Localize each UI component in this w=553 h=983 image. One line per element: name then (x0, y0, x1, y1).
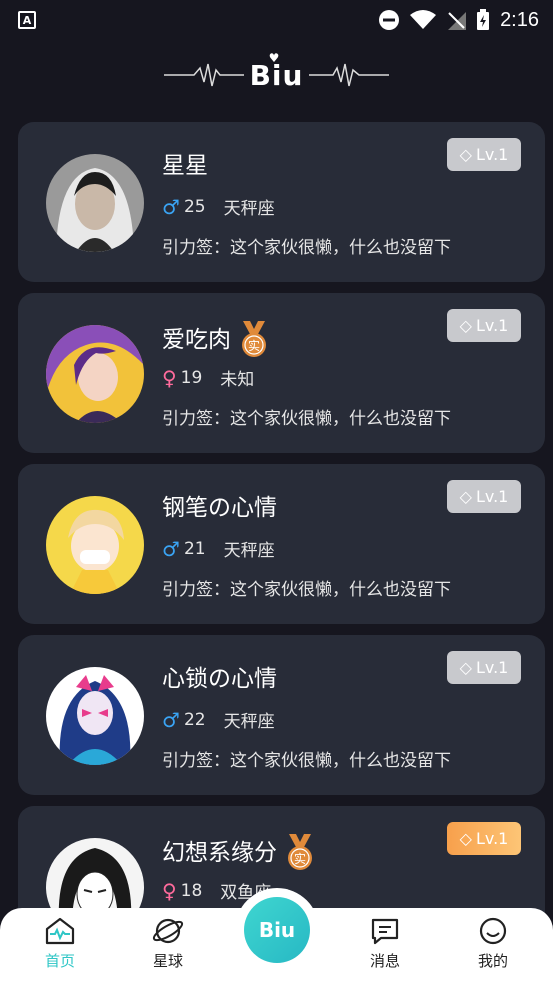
user-age: 18 (180, 880, 203, 901)
level-badge: ◇ Lv.1 (447, 651, 521, 684)
user-tagline: 引力签：这个家伙很懒，什么也没留下 (162, 580, 451, 600)
diamond-icon: ◇ (459, 658, 472, 677)
user-tagline: 引力签：这个家伙很懒，什么也没留下 (162, 238, 451, 258)
nav-home[interactable]: 首页 (20, 916, 100, 971)
user-name: 幻想系缘分 (162, 840, 277, 866)
user-zodiac: 未知 (220, 370, 255, 390)
profile-icon (479, 917, 507, 945)
diamond-icon: ◇ (459, 316, 472, 335)
user-age: 25 (183, 196, 206, 217)
level-badge: ◇ Lv.1 (447, 309, 521, 342)
male-icon: ♂ (162, 194, 180, 219)
a-icon: A (18, 11, 36, 29)
level-badge: ◇ Lv.1 (447, 138, 521, 171)
center-biu-label: Biu (258, 918, 296, 942)
male-icon: ♂ (162, 536, 180, 561)
battery-charging-icon (477, 9, 490, 30)
level-badge: ◇ Lv.1 (447, 480, 521, 513)
nav-messages[interactable]: 消息 (345, 916, 425, 971)
user-name: 心锁の心情 (162, 666, 277, 692)
diamond-icon: ◇ (459, 487, 472, 506)
user-tagline: 引力签：这个家伙很懒，什么也没留下 (162, 409, 451, 429)
user-card[interactable]: 星星 ♂ 25 天秤座 引力签：这个家伙很懒，什么也没留下 ◇ Lv.1 (18, 122, 545, 282)
diamond-icon: ◇ (459, 145, 472, 164)
nav-mine[interactable]: 我的 (453, 916, 533, 971)
verified-medal-icon: 实 (242, 321, 266, 357)
nav-messages-label: 消息 (369, 952, 400, 970)
app-logo: Biu ♥ (249, 50, 304, 92)
status-bar: A 2:16 (0, 0, 553, 40)
svg-text:实: 实 (294, 851, 306, 866)
user-age: 21 (183, 538, 206, 559)
heartbeat-line-left-icon (163, 63, 244, 87)
nav-planet[interactable]: 星球 (128, 916, 208, 971)
avatar[interactable] (46, 667, 144, 765)
avatar[interactable] (46, 154, 144, 252)
verified-medal-icon: 实 (288, 834, 312, 870)
avatar[interactable] (46, 496, 144, 594)
heartbeat-line-right-icon (309, 63, 390, 87)
user-name: 钢笔の心情 (162, 495, 277, 521)
message-icon (371, 918, 399, 945)
user-card[interactable]: 爱吃肉 实 ♀ 19 未知 引力签：这个家伙很懒，什么也没留下 ◇ Lv.1 (18, 293, 545, 453)
logo-heart-icon: ♥ (268, 50, 281, 65)
diamond-icon: ◇ (459, 829, 472, 848)
app-header: Biu ♥ (0, 40, 553, 110)
no-signal-icon (448, 12, 467, 30)
level-badge: ◇ Lv.1 (447, 822, 521, 855)
user-card[interactable]: 钢笔の心情 ♂ 21 天秤座 引力签：这个家伙很懒，什么也没留下 ◇ Lv.1 (18, 464, 545, 624)
user-name: 爱吃肉 (162, 327, 231, 353)
status-time: 2:16 (500, 8, 539, 31)
user-zodiac: 天秤座 (223, 541, 275, 561)
male-icon: ♂ (162, 707, 180, 732)
female-icon: ♀ (162, 878, 177, 903)
center-biu-button[interactable]: Biu (235, 888, 319, 972)
home-icon (45, 917, 75, 945)
female-icon: ♀ (162, 365, 177, 390)
user-name: 星星 (162, 153, 208, 179)
nav-planet-label: 星球 (152, 952, 183, 970)
user-age: 19 (180, 367, 203, 388)
user-zodiac: 天秤座 (223, 199, 275, 219)
planet-icon (152, 918, 184, 944)
nav-home-label: 首页 (44, 952, 75, 970)
avatar[interactable] (46, 325, 144, 423)
svg-text:实: 实 (248, 338, 260, 353)
user-tagline: 引力签：这个家伙很懒，什么也没留下 (162, 751, 451, 771)
user-zodiac: 天秤座 (223, 712, 275, 732)
wifi-icon (410, 10, 437, 29)
user-age: 22 (183, 709, 206, 730)
user-card[interactable]: 心锁の心情 ♂ 22 天秤座 引力签：这个家伙很懒，什么也没留下 ◇ Lv.1 (18, 635, 545, 795)
nav-mine-label: 我的 (477, 952, 508, 970)
do-not-disturb-icon (379, 10, 400, 30)
